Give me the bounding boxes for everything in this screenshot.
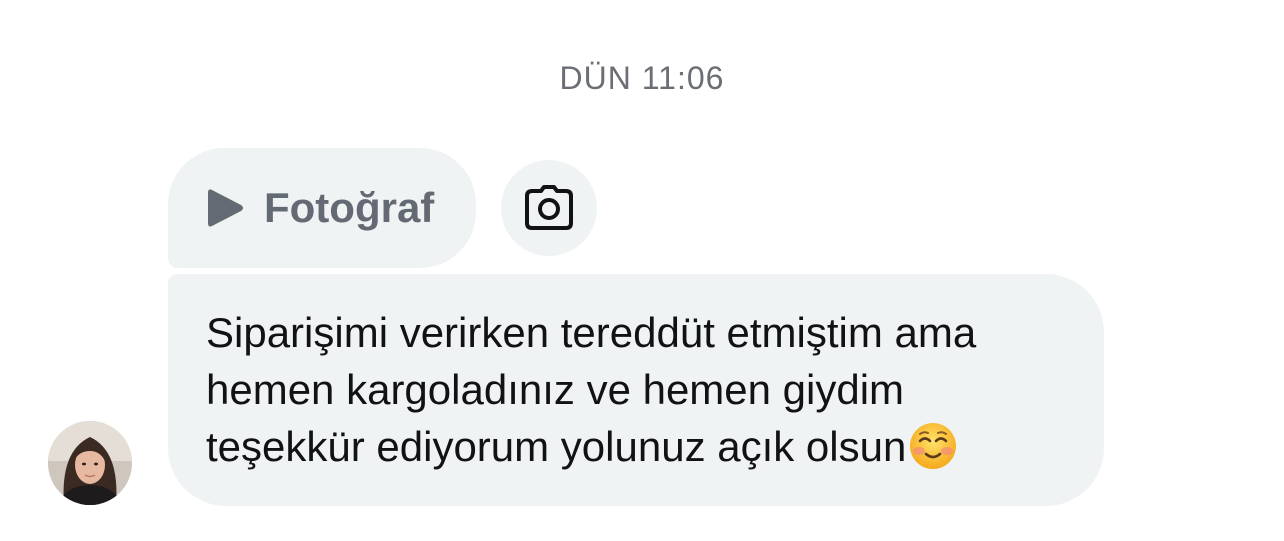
- play-icon: [206, 186, 246, 230]
- text-message-bubble[interactable]: Siparişimi verirken tereddüt etmiştim am…: [168, 274, 1104, 506]
- message-line-3: teşekkür ediyorum yolunuz açık olsun: [206, 423, 907, 470]
- photo-message-bubble[interactable]: Fotoğraf: [168, 148, 476, 268]
- conversation-timestamp: DÜN 11:06: [559, 60, 725, 96]
- photo-message-label: Fotoğraf: [264, 184, 435, 231]
- message-line-2: hemen kargoladınız ve hemen giydim: [206, 366, 905, 413]
- camera-icon: [524, 185, 574, 231]
- smiling-face-icon: [908, 421, 958, 471]
- message-line-1: Siparişimi verirken tereddüt etmiştim am…: [206, 309, 977, 356]
- sender-avatar[interactable]: [48, 421, 132, 505]
- message-line-3-wrap: teşekkür ediyorum yolunuz açık olsun: [206, 418, 1064, 475]
- camera-button[interactable]: [501, 160, 597, 256]
- message-text: Siparişimi verirken tereddüt etmiştim am…: [206, 304, 1064, 475]
